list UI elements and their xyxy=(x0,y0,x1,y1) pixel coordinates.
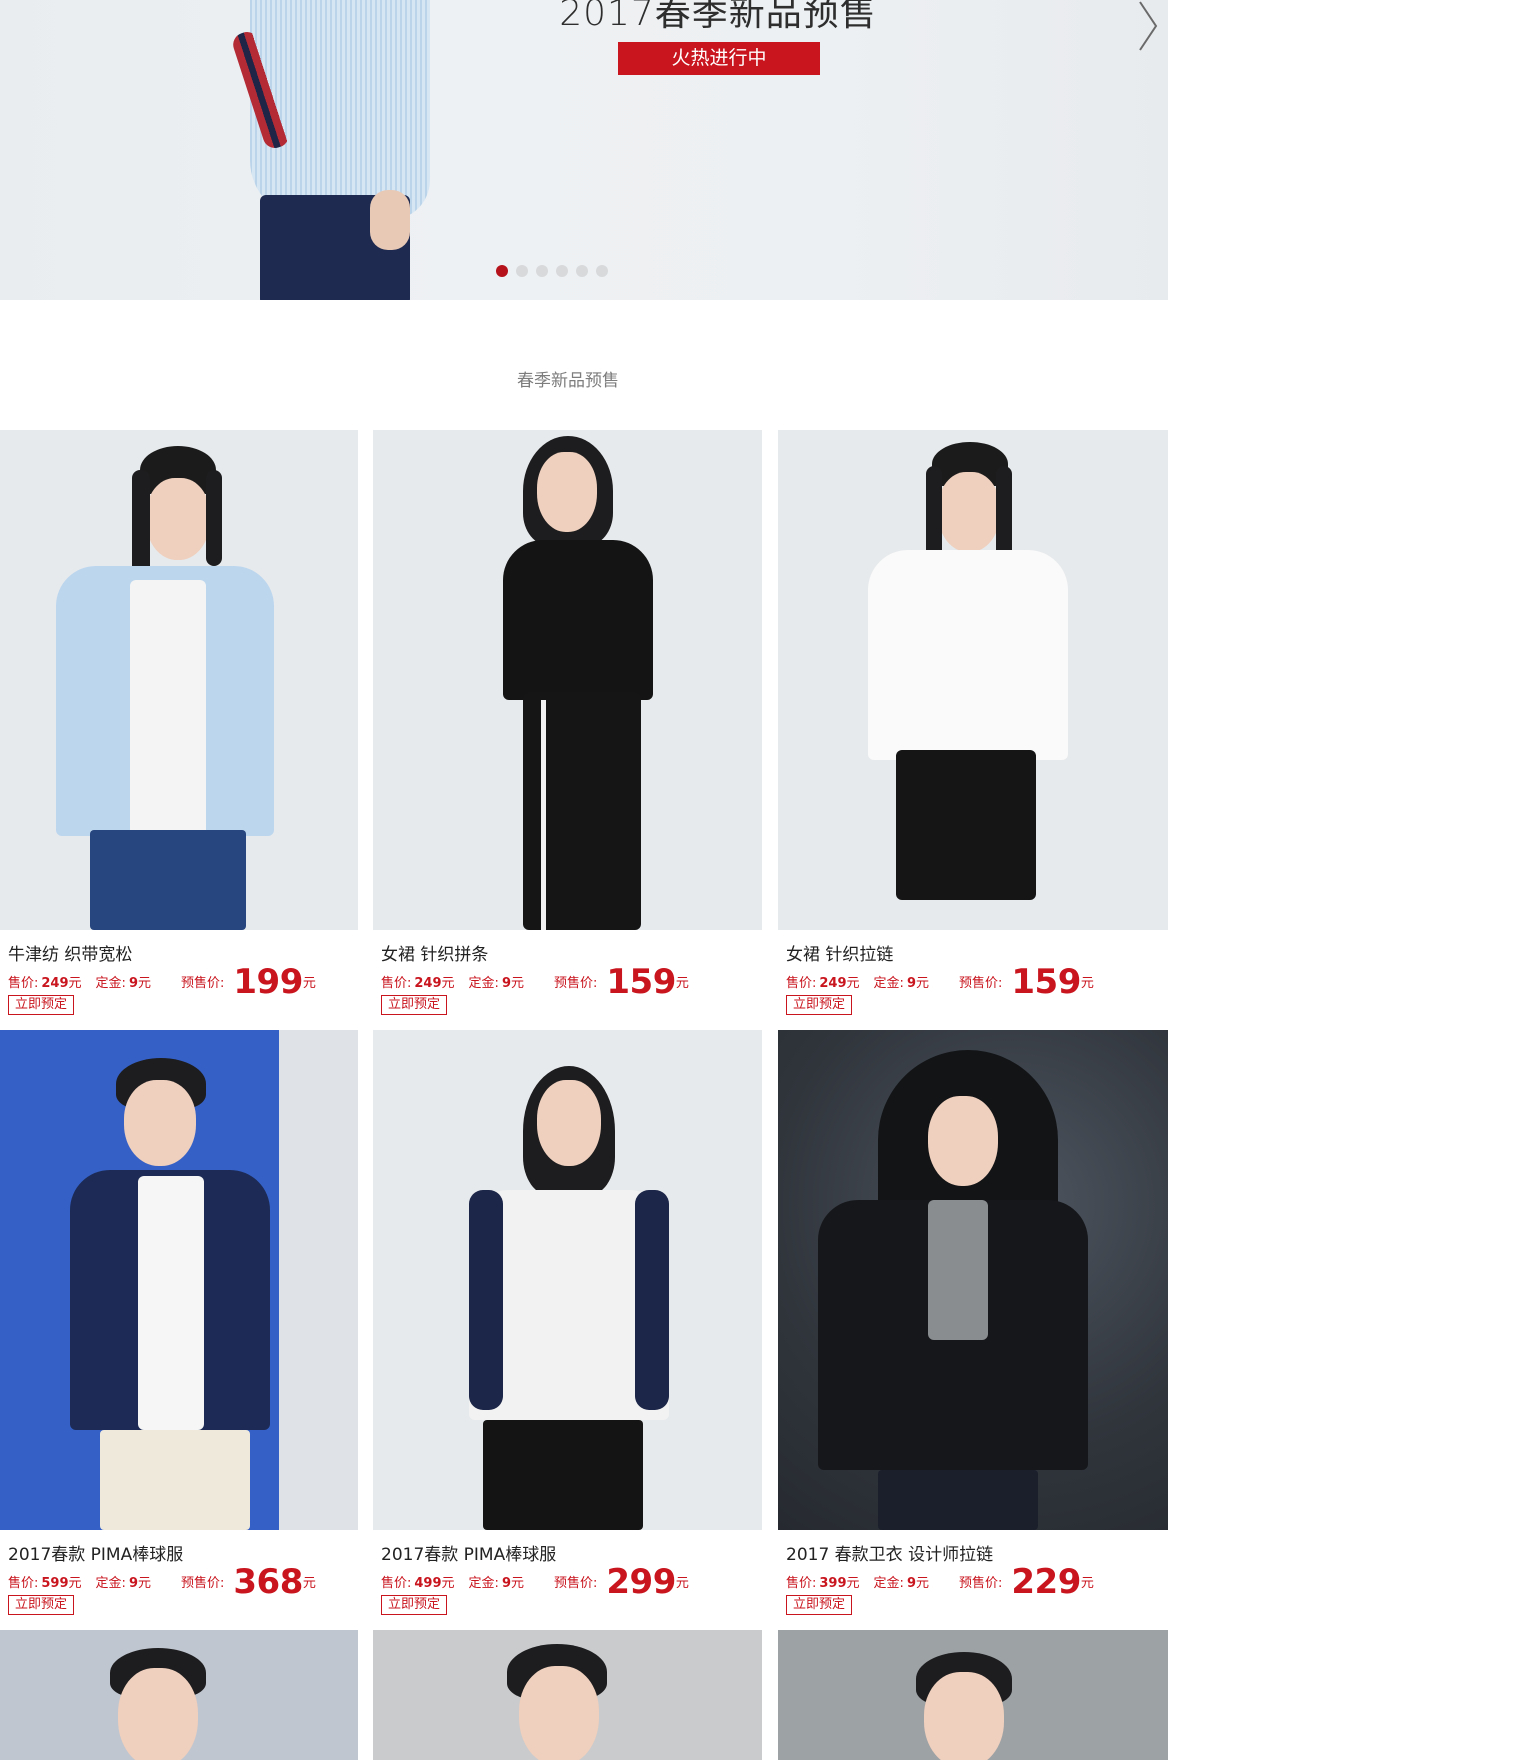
currency-label: 元 xyxy=(441,976,455,991)
presale-price-label: 预售价: xyxy=(554,976,598,991)
reserve-button[interactable]: 立即预定 xyxy=(786,995,853,1015)
product-card[interactable] xyxy=(0,1630,358,1760)
currency-label: 元 xyxy=(68,1576,82,1591)
currency-label: 元 xyxy=(846,976,860,991)
price-line: 售价: 399元 定金: 9元 预售价: 229元 xyxy=(786,1562,1094,1602)
banner-cta-button[interactable]: 火热进行中 xyxy=(618,42,820,75)
product-card[interactable]: 2017 春款卫衣 设计师拉链 售价: 399元 定金: 9元 预售价: 229元 立即预… xyxy=(778,1030,1168,1630)
reserve-button[interactable]: 立即预定 xyxy=(8,1595,75,1615)
currency-label: 元 xyxy=(1080,976,1094,991)
reserve-button[interactable]: 立即预定 xyxy=(381,1595,448,1615)
presale-price: 159 xyxy=(606,962,676,1002)
presale-price-label: 预售价: xyxy=(554,1576,598,1591)
sale-price: 249 xyxy=(819,976,847,991)
product-image[interactable] xyxy=(373,1030,762,1530)
product-card[interactable]: 2017春款 PIMA棒球服 售价: 599元 定金: 9元 预售价: 368元 立即预定 xyxy=(0,1030,358,1630)
carousel-dot[interactable] xyxy=(576,265,588,277)
product-image[interactable] xyxy=(778,1630,1168,1760)
product-card[interactable]: 女裙 针织拉链 售价: 249元 定金: 9元 预售价: 159元 立即预定 xyxy=(778,430,1168,1030)
price-line: 售价: 249元 定金: 9元 预售价: 159元 xyxy=(381,962,689,1002)
deposit-label: 定金: xyxy=(873,1576,904,1591)
presale-price: 368 xyxy=(233,1562,303,1602)
price-line: 售价: 249元 定金: 9元 预售价: 199元 xyxy=(8,962,316,1002)
chevron-right-icon[interactable] xyxy=(1134,0,1160,52)
price-line: 售价: 249元 定金: 9元 预售价: 159元 xyxy=(786,962,1094,1002)
product-image[interactable] xyxy=(0,1030,358,1530)
deposit-amount: 9 xyxy=(128,976,138,991)
currency-label: 元 xyxy=(510,976,524,991)
banner-model-image xyxy=(230,0,460,300)
sale-price: 249 xyxy=(414,976,442,991)
deposit-label: 定金: xyxy=(468,1576,499,1591)
deposit-amount: 9 xyxy=(128,1576,138,1591)
product-image[interactable] xyxy=(778,430,1168,930)
carousel-dot[interactable] xyxy=(516,265,528,277)
price-line: 售价: 599元 定金: 9元 预售价: 368元 xyxy=(8,1562,316,1602)
carousel-dot[interactable] xyxy=(536,265,548,277)
deposit-amount: 9 xyxy=(906,1576,916,1591)
deposit-amount: 9 xyxy=(501,976,511,991)
currency-label: 元 xyxy=(915,1576,929,1591)
presale-price-label: 预售价: xyxy=(181,1576,225,1591)
product-card[interactable] xyxy=(373,1630,762,1760)
deposit-label: 定金: xyxy=(95,976,126,991)
hero-banner[interactable]: 2017春季新品预售 火热进行中 xyxy=(0,0,1168,300)
presale-price: 199 xyxy=(233,962,303,1002)
sale-price-label: 售价: xyxy=(786,976,817,991)
currency-label: 元 xyxy=(915,976,929,991)
carousel-dot[interactable] xyxy=(556,265,568,277)
currency-label: 元 xyxy=(137,976,151,991)
sale-price: 499 xyxy=(414,1576,442,1591)
product-image[interactable] xyxy=(0,1630,358,1760)
sale-price: 399 xyxy=(819,1576,847,1591)
banner-title: 2017春季新品预售 xyxy=(559,0,877,34)
presale-price-label: 预售价: xyxy=(959,976,1003,991)
product-card[interactable]: 2017春款 PIMA棒球服 售价: 499元 定金: 9元 预售价: 299元 立即预定 xyxy=(373,1030,762,1630)
carousel-dot[interactable] xyxy=(596,265,608,277)
carousel-dot[interactable] xyxy=(496,265,508,277)
presale-price-label: 预售价: xyxy=(181,976,225,991)
deposit-label: 定金: xyxy=(95,1576,126,1591)
presale-price: 159 xyxy=(1011,962,1081,1002)
currency-label: 元 xyxy=(1080,1576,1094,1591)
product-image[interactable] xyxy=(0,430,358,930)
currency-label: 元 xyxy=(302,976,316,991)
currency-label: 元 xyxy=(68,976,82,991)
sale-price-label: 售价: xyxy=(8,1576,39,1591)
section-title: 春季新品预售 xyxy=(517,371,619,391)
sale-price-label: 售价: xyxy=(381,976,412,991)
deposit-amount: 9 xyxy=(906,976,916,991)
currency-label: 元 xyxy=(302,1576,316,1591)
page: 2017春季新品预售 火热进行中 春季新品预售 牛津纺 织带宽松 售价: 249… xyxy=(0,0,1519,1760)
currency-label: 元 xyxy=(675,976,689,991)
reserve-button[interactable]: 立即预定 xyxy=(381,995,448,1015)
presale-price: 299 xyxy=(606,1562,676,1602)
currency-label: 元 xyxy=(137,1576,151,1591)
carousel-dots xyxy=(496,265,608,277)
currency-label: 元 xyxy=(441,1576,455,1591)
price-line: 售价: 499元 定金: 9元 预售价: 299元 xyxy=(381,1562,689,1602)
currency-label: 元 xyxy=(846,1576,860,1591)
product-image[interactable] xyxy=(373,430,762,930)
currency-label: 元 xyxy=(510,1576,524,1591)
deposit-label: 定金: xyxy=(873,976,904,991)
product-card[interactable]: 牛津纺 织带宽松 售价: 249元 定金: 9元 预售价: 199元 立即预定 xyxy=(0,430,358,1030)
product-card[interactable] xyxy=(778,1630,1168,1760)
reserve-button[interactable]: 立即预定 xyxy=(8,995,75,1015)
deposit-label: 定金: xyxy=(468,976,499,991)
sale-price: 249 xyxy=(41,976,69,991)
sale-price: 599 xyxy=(41,1576,69,1591)
product-image[interactable] xyxy=(778,1030,1168,1530)
sale-price-label: 售价: xyxy=(8,976,39,991)
product-card[interactable]: 女裙 针织拼条 售价: 249元 定金: 9元 预售价: 159元 立即预定 xyxy=(373,430,762,1030)
product-image[interactable] xyxy=(373,1630,762,1760)
presale-price: 229 xyxy=(1011,1562,1081,1602)
reserve-button[interactable]: 立即预定 xyxy=(786,1595,853,1615)
currency-label: 元 xyxy=(675,1576,689,1591)
deposit-amount: 9 xyxy=(501,1576,511,1591)
sale-price-label: 售价: xyxy=(381,1576,412,1591)
sale-price-label: 售价: xyxy=(786,1576,817,1591)
presale-price-label: 预售价: xyxy=(959,1576,1003,1591)
